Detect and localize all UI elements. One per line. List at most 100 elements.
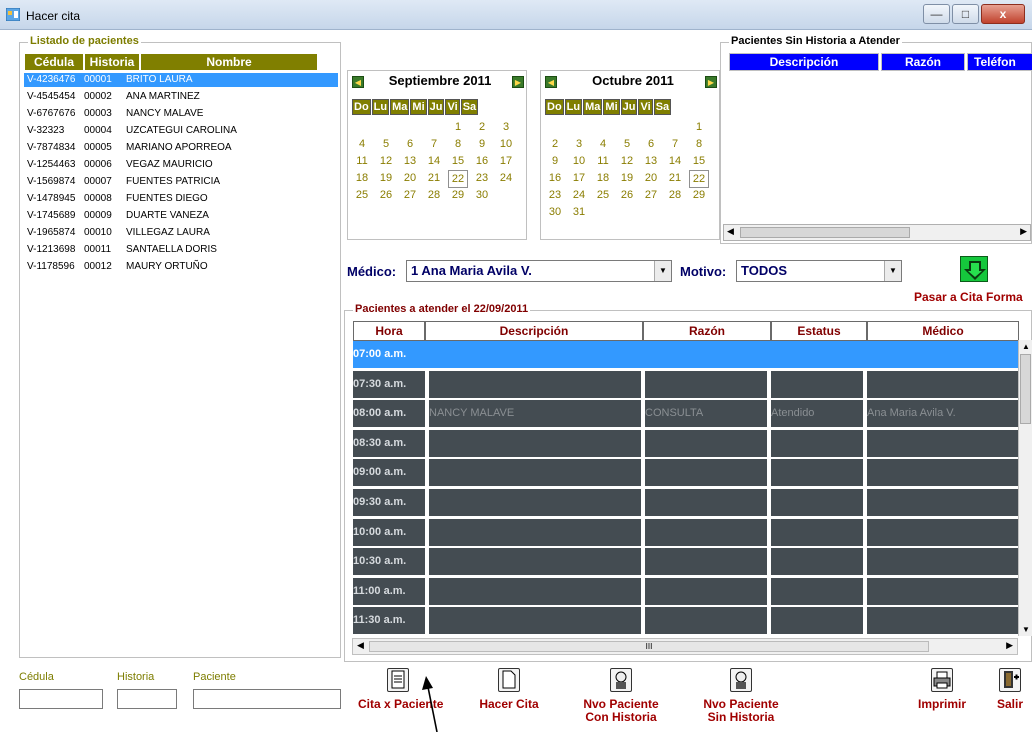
calendar-day[interactable]: 10 <box>496 136 516 152</box>
calendar-day[interactable]: 5 <box>376 136 396 152</box>
calendar-day[interactable]: 18 <box>352 170 372 186</box>
calendar-day[interactable]: 22 <box>448 170 468 188</box>
calendar-day[interactable]: 24 <box>569 187 589 203</box>
chevron-down-icon[interactable]: ▼ <box>884 261 901 281</box>
calendar-september[interactable]: ◀ Septiembre 2011 ▶ Do Lu Ma Mi Ju Vi Sa 12345… <box>347 70 527 240</box>
close-button[interactable]: x <box>981 4 1025 24</box>
scroll-up-icon[interactable]: ▲ <box>1022 342 1030 351</box>
patient-row[interactable]: V-1965874 00010 VILLEGAZ LAURA <box>24 226 338 240</box>
scroll-thumb[interactable] <box>740 227 910 238</box>
calendar-day[interactable]: 26 <box>376 187 396 203</box>
schedule-row[interactable]: 08:00 a.m. NANCY MALAVE CONSULTA Atendido An… <box>353 400 1019 429</box>
schedule-row[interactable]: 10:30 a.m. <box>353 548 1019 577</box>
calendar-day[interactable]: 23 <box>545 187 565 203</box>
calendar-day[interactable]: 18 <box>593 170 613 186</box>
calendar-day[interactable]: 12 <box>376 153 396 169</box>
calendar-day[interactable]: 21 <box>665 170 685 186</box>
calendar-day[interactable]: 21 <box>424 170 444 186</box>
calendar-day[interactable]: 5 <box>617 136 637 152</box>
calendar-day[interactable]: 30 <box>545 204 565 220</box>
calendar-day[interactable]: 17 <box>496 153 516 169</box>
calendar-day[interactable]: 27 <box>641 187 661 203</box>
calendar-day[interactable]: 8 <box>689 136 709 152</box>
calendar-day[interactable]: 14 <box>665 153 685 169</box>
calendar-day[interactable]: 25 <box>352 187 372 203</box>
calendar-day[interactable]: 11 <box>352 153 372 169</box>
historia-search-input[interactable] <box>117 689 177 709</box>
calendar-day[interactable]: 23 <box>472 170 492 186</box>
calendar-day[interactable]: 1 <box>689 119 709 135</box>
calendar-day[interactable]: 2 <box>472 119 492 135</box>
schedule-row[interactable]: 10:00 a.m. <box>353 518 1019 548</box>
scroll-thumb[interactable] <box>1020 354 1031 424</box>
calendar-days-grid[interactable]: 1 2 3 4 5 6 7 8 9 10 11 12 13 14 15 16 17 18 19 20 21 22 23 24 2… <box>545 119 717 221</box>
column-header-hora[interactable]: Hora <box>353 321 425 341</box>
column-header-razon[interactable]: Razón <box>643 321 771 341</box>
calendar-day[interactable]: 9 <box>472 136 492 152</box>
patient-row[interactable]: V-1569874 00007 FUENTES PATRICIA <box>24 175 338 189</box>
calendar-day[interactable]: 7 <box>665 136 685 152</box>
hacer-cita-button[interactable]: Hacer Cita <box>474 668 544 728</box>
calendar-day[interactable]: 29 <box>689 187 709 203</box>
calendar-day[interactable]: 3 <box>569 136 589 152</box>
calendar-day[interactable]: 7 <box>424 136 444 152</box>
calendar-day[interactable]: 19 <box>376 170 396 186</box>
calendar-day[interactable]: 12 <box>617 153 637 169</box>
calendar-day[interactable]: 28 <box>424 187 444 203</box>
calendar-day[interactable]: 22 <box>689 170 709 188</box>
scroll-left-icon[interactable]: ◀ <box>727 226 734 237</box>
scroll-thumb[interactable]: III <box>369 641 929 652</box>
calendar-october[interactable]: ◀ Octubre 2011 ▶ Do Lu Ma Mi Ju Vi Sa 12345678… <box>540 70 720 240</box>
calendar-day[interactable]: 6 <box>400 136 420 152</box>
paciente-search-input[interactable] <box>193 689 341 709</box>
column-header-historia[interactable]: Historia <box>84 53 140 71</box>
calendar-day[interactable]: 8 <box>448 136 468 152</box>
patient-row[interactable]: V-1478945 00008 FUENTES DIEGO <box>24 192 338 206</box>
column-header-descripcion[interactable]: Descripción <box>729 53 879 71</box>
calendar-day[interactable]: 16 <box>545 170 565 186</box>
scroll-down-icon[interactable]: ▼ <box>1022 625 1030 634</box>
chevron-down-icon[interactable]: ▼ <box>654 261 671 281</box>
imprimir-button[interactable]: Imprimir <box>912 668 972 728</box>
schedule-row[interactable]: 09:30 a.m. <box>353 489 1019 518</box>
patient-row[interactable]: V-1254463 00006 VEGAZ MAURICIO <box>24 158 338 172</box>
patient-row[interactable]: V-1745689 00009 DUARTE VANEZA <box>24 209 338 223</box>
column-header-telefono[interactable]: Teléfon <box>967 53 1032 71</box>
calendar-days-grid[interactable]: 1 2 3 4 5 6 7 8 9 10 11 12 13 14 15 16 17 18 19 20 21 22 23 24 2… <box>352 119 524 204</box>
sin-historia-horizontal-scrollbar[interactable]: ◀ ▶ <box>723 224 1031 241</box>
cedula-search-input[interactable] <box>19 689 103 709</box>
column-header-razon[interactable]: Razón <box>881 53 965 71</box>
scroll-right-icon[interactable]: ▶ <box>1020 226 1027 237</box>
schedule-row[interactable]: 09:00 a.m. <box>353 459 1019 488</box>
calendar-day[interactable]: 26 <box>617 187 637 203</box>
schedule-vertical-scrollbar[interactable]: ▲ ▼ <box>1018 340 1032 636</box>
patient-row[interactable]: V-32323 00004 UZCATEGUI CAROLINA <box>24 124 338 138</box>
calendar-day[interactable]: 15 <box>689 153 709 169</box>
column-header-estatus[interactable]: Estatus <box>771 321 867 341</box>
schedule-row[interactable]: 07:00 a.m. <box>353 341 1019 370</box>
calendar-day[interactable]: 13 <box>641 153 661 169</box>
calendar-prev-month-icon[interactable]: ◀ <box>545 76 557 88</box>
patient-row[interactable]: V-7874834 00005 MARIANO APORREOA <box>24 141 338 155</box>
calendar-day[interactable]: 17 <box>569 170 589 186</box>
motivo-dropdown[interactable]: TODOS ▼ <box>736 260 902 282</box>
patient-row[interactable]: V-6767676 00003 NANCY MALAVE <box>24 107 338 121</box>
maximize-button[interactable]: □ <box>952 4 979 24</box>
column-header-nombre[interactable]: Nombre <box>140 53 318 71</box>
calendar-day[interactable]: 28 <box>665 187 685 203</box>
column-header-medico[interactable]: Médico <box>867 321 1019 341</box>
column-header-descripcion[interactable]: Descripción <box>425 321 643 341</box>
scroll-left-icon[interactable]: ◀ <box>357 640 364 651</box>
calendar-day[interactable]: 10 <box>569 153 589 169</box>
calendar-day[interactable]: 14 <box>424 153 444 169</box>
minimize-button[interactable]: — <box>923 4 950 24</box>
medico-dropdown[interactable]: 1 Ana Maria Avila V. ▼ <box>406 260 672 282</box>
schedule-row[interactable]: 11:00 a.m. <box>353 577 1019 607</box>
nvo-paciente-sin-historia-button[interactable]: Nvo Paciente Sin Historia <box>696 668 786 728</box>
calendar-day[interactable]: 27 <box>400 187 420 203</box>
scroll-right-icon[interactable]: ▶ <box>1006 640 1013 651</box>
calendar-day[interactable]: 24 <box>496 170 516 186</box>
calendar-day[interactable]: 2 <box>545 136 565 152</box>
calendar-day[interactable]: 4 <box>593 136 613 152</box>
patient-row[interactable]: V-4545454 00002 ANA MARTINEZ <box>24 90 338 104</box>
